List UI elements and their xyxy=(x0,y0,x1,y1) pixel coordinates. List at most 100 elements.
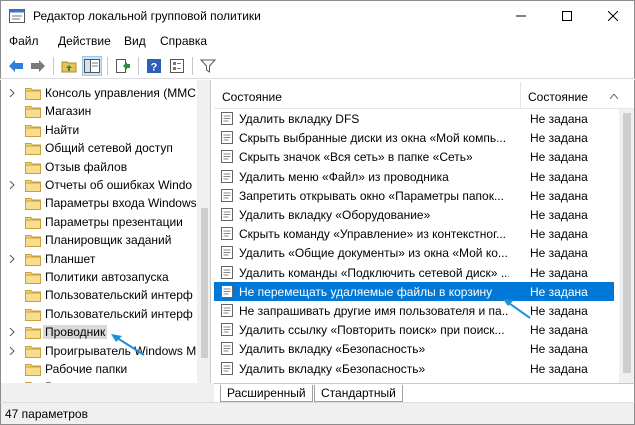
properties-button[interactable] xyxy=(167,56,187,76)
tree-scrollbar-thumb[interactable] xyxy=(201,208,208,358)
policy-setting-icon xyxy=(221,208,233,221)
settings-pane[interactable]: Состояние Состояние Удалить вкладку DFS Н… xyxy=(214,80,635,383)
policy-name: Удалить вкладку DFS xyxy=(239,112,360,126)
back-button[interactable] xyxy=(6,56,26,76)
policy-row[interactable]: Запретить открывать окно «Параметры папо… xyxy=(214,186,614,205)
tree-item-label: Отзыв файлов xyxy=(45,159,128,174)
policy-state: Не задана xyxy=(530,342,588,357)
tree-item-label: Рабочие папки xyxy=(45,362,128,376)
help-button[interactable]: ? xyxy=(144,56,164,76)
minimize-icon xyxy=(516,15,526,17)
folder-icon xyxy=(25,180,41,192)
folder-icon xyxy=(25,235,41,248)
policy-state: Не задана xyxy=(530,323,588,338)
menu-action[interactable]: Действие xyxy=(58,34,111,48)
menu-view[interactable]: Вид xyxy=(124,34,146,48)
policy-state: Не задана xyxy=(530,131,588,146)
tree-item[interactable]: Параметры презентации xyxy=(1,213,197,231)
tree-item[interactable]: Найти xyxy=(1,121,197,139)
policy-name: Удалить вкладку «Оборудование» xyxy=(239,208,431,222)
policy-row[interactable]: Не перемещать удаляемые файлы в корзину Н… xyxy=(214,281,614,301)
minimize-button[interactable] xyxy=(498,1,544,31)
policy-row[interactable]: Не запрашивать другие имя пользователя и… xyxy=(214,301,614,320)
scroll-up-icon[interactable] xyxy=(610,94,618,99)
chevron-right-icon[interactable] xyxy=(8,181,16,189)
close-button[interactable] xyxy=(590,1,635,31)
tree-item-label: Магазин xyxy=(45,104,92,119)
policy-row[interactable]: Удалить меню «Файл» из проводника Не зада… xyxy=(214,167,614,186)
tab-standard[interactable]: Стандартный xyxy=(314,385,403,402)
policy-row[interactable]: Скрыть команду «Управление» из контекстн… xyxy=(214,224,614,243)
policy-row[interactable]: Скрыть выбранные диски из окна «Мой комп… xyxy=(214,128,614,147)
tree-pane[interactable]: Консоль управления (MMC Магазин Найти Общий… xyxy=(0,80,211,383)
tree-item[interactable]: Проигрыватель Windows M xyxy=(1,342,197,360)
list-scrollbar-thumb[interactable] xyxy=(623,113,631,373)
policy-state: Не задана xyxy=(530,304,588,318)
up-folder-button[interactable] xyxy=(59,56,79,76)
column-header-name[interactable]: Состояние xyxy=(222,90,282,104)
policy-setting-icon xyxy=(221,342,233,356)
forward-button[interactable] xyxy=(28,56,48,76)
policy-name: Удалить вкладку «Безопасность» xyxy=(239,361,426,376)
menu-file[interactable]: Файл xyxy=(9,34,39,48)
tree-item[interactable]: Политики автозапуска xyxy=(1,268,197,286)
policy-row[interactable]: Скрыть значок «Вся сеть» в папке «Сеть» Н… xyxy=(214,147,614,166)
filter-icon xyxy=(200,59,216,73)
folder-icon xyxy=(25,308,41,321)
policy-row[interactable]: Удалить вкладку «Безопасность» Не задана xyxy=(214,359,614,378)
show-hide-tree-button[interactable] xyxy=(82,56,102,76)
chevron-right-icon[interactable] xyxy=(8,254,16,263)
policy-row[interactable]: Удалить вкладку DFS Не задана xyxy=(214,109,614,128)
export-list-button[interactable] xyxy=(113,56,133,76)
policy-row[interactable]: Удалить вкладку «Безопасность» Не задана xyxy=(214,339,614,358)
up-folder-icon xyxy=(61,61,77,73)
policy-setting-icon xyxy=(221,227,233,241)
close-icon xyxy=(608,11,618,21)
menu-help[interactable]: Справка xyxy=(160,34,207,48)
list-scrollbar[interactable] xyxy=(619,109,634,383)
tree-horizontal-area xyxy=(0,383,214,402)
chevron-right-icon[interactable] xyxy=(8,346,16,355)
policy-state: Не задана xyxy=(530,227,588,242)
tree-item[interactable]: Планшет xyxy=(1,250,197,268)
policy-name: Не перемещать удаляемые файлы в корзину xyxy=(239,284,493,299)
tree-item[interactable]: Отзыв файлов xyxy=(1,158,197,176)
maximize-button[interactable] xyxy=(544,1,590,31)
chevron-right-icon[interactable] xyxy=(8,328,16,337)
policy-setting-icon xyxy=(221,131,233,145)
tree-item-label: Отчеты об ошибках Windo xyxy=(45,178,193,192)
menu-bar: Файл Действие Вид Справка xyxy=(0,30,635,52)
chevron-right-icon[interactable] xyxy=(8,89,16,97)
tree-item[interactable]: Пользовательский интерф xyxy=(1,286,197,304)
toolbar: ? xyxy=(0,52,635,79)
tree-item-label: Параметры входа Windows xyxy=(45,196,197,211)
policy-name: Запретить открывать окно «Параметры папо… xyxy=(239,188,504,203)
filter-button[interactable] xyxy=(198,56,218,76)
tree-item[interactable]: Параметры входа Windows xyxy=(1,194,197,212)
tree-item[interactable]: Планировщик заданий xyxy=(1,231,197,249)
policy-state: Не задана xyxy=(530,361,588,376)
policy-setting-icon xyxy=(221,323,233,337)
tree-scrollbar[interactable] xyxy=(197,80,210,383)
policy-row[interactable]: Удалить вкладку «Оборудование» Не задана xyxy=(214,205,614,224)
column-header-state[interactable]: Состояние xyxy=(528,90,588,104)
tree-item[interactable]: Общий сетевой доступ xyxy=(1,139,197,157)
tree-item-label: Параметры презентации xyxy=(45,214,183,229)
folder-icon xyxy=(25,143,41,156)
policy-row[interactable]: Удалить ссылку «Повторить поиск» при пои… xyxy=(214,320,614,339)
tree-item[interactable]: Магазин xyxy=(1,102,197,120)
policy-setting-icon xyxy=(221,246,233,260)
tab-extended[interactable]: Расширенный xyxy=(220,385,313,402)
tree-item[interactable]: Отчеты об ошибках Windo xyxy=(1,176,197,194)
tree-item-label: Найти xyxy=(45,122,80,137)
tree-item[interactable]: Рабочие папки xyxy=(1,360,197,378)
tree-item-label: Проводник xyxy=(43,325,108,340)
policy-row[interactable]: Удалить команды «Подключить сетевой диск… xyxy=(214,263,614,282)
tree-item[interactable]: Консоль управления (MMC xyxy=(1,84,197,102)
policy-state: Не задана xyxy=(530,246,588,261)
policy-name: Удалить команды «Подключить сетевой диск… xyxy=(239,265,509,280)
policy-row[interactable]: Удалить «Общие документы» из окна «Мой к… xyxy=(214,243,614,262)
tree-item[interactable]: Пользовательский интерф xyxy=(1,305,197,323)
policy-state: Не задана xyxy=(530,150,588,165)
tree-item[interactable]: Проводник xyxy=(1,323,197,341)
